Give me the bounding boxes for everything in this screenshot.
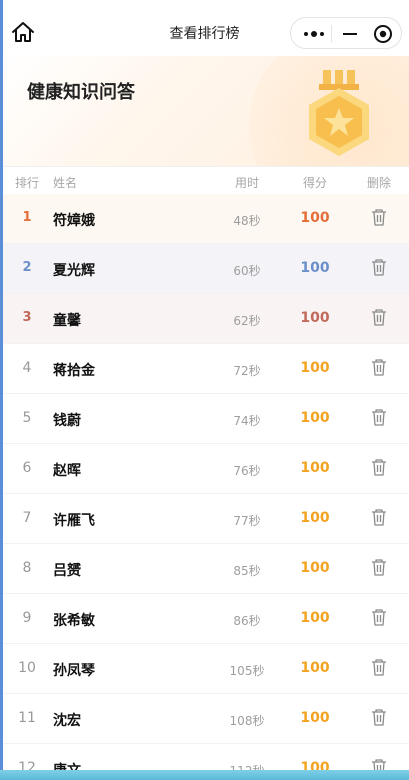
medal-icon: [309, 70, 369, 156]
row-time: 48秒: [233, 214, 261, 228]
table-row: 3 童馨 62秒 100: [3, 294, 409, 344]
table-row: 7 许雁飞 77秒 100: [3, 494, 409, 544]
leaderboard-list: 1 符嫜娥 48秒 100 2 夏光辉 60秒 100 3 童馨 62秒 100…: [3, 194, 409, 780]
row-score: 100: [300, 560, 330, 576]
table-row: 8 吕赟 85秒 100: [3, 544, 409, 594]
row-score: 100: [300, 710, 330, 726]
header-delete: 删除: [367, 176, 392, 190]
row-name: 童馨: [53, 313, 81, 329]
trash-icon[interactable]: [371, 358, 387, 376]
row-rank: 11: [18, 710, 36, 726]
trash-icon[interactable]: [371, 258, 387, 276]
row-rank: 5: [22, 410, 32, 426]
row-score: 100: [300, 610, 330, 626]
row-score: 100: [300, 410, 330, 426]
row-rank: 1: [22, 210, 32, 225]
window-left-edge: [0, 0, 3, 780]
trash-icon[interactable]: [371, 558, 387, 576]
table-row: 1 符嫜娥 48秒 100: [3, 194, 409, 244]
row-rank: 6: [22, 460, 32, 476]
quiz-banner: 健康知识问答: [3, 56, 409, 166]
row-name: 吕赟: [53, 563, 81, 579]
row-score: 100: [300, 510, 330, 526]
row-rank: 9: [22, 610, 32, 626]
row-rank: 8: [22, 560, 32, 576]
row-rank: 3: [22, 310, 32, 325]
trash-icon[interactable]: [371, 608, 387, 626]
window-bottom-edge: [0, 770, 409, 780]
trash-icon[interactable]: [371, 308, 387, 326]
header-time: 用时: [235, 176, 260, 190]
row-score: 100: [300, 210, 330, 226]
row-score: 100: [300, 310, 330, 326]
row-name: 孙凤琴: [53, 663, 95, 679]
more-dots-icon[interactable]: [303, 28, 325, 40]
row-time: 74秒: [233, 414, 261, 428]
row-time: 85秒: [233, 564, 261, 578]
row-score: 100: [300, 260, 330, 276]
row-rank: 4: [22, 360, 32, 376]
header-rank: 排行: [15, 176, 40, 190]
row-time: 72秒: [233, 364, 261, 378]
row-name: 蒋拾金: [53, 363, 95, 379]
trash-icon[interactable]: [371, 208, 387, 226]
table-row: 5 钱蔚 74秒 100: [3, 394, 409, 444]
capsule-menu: [290, 17, 402, 49]
row-rank: 10: [18, 660, 36, 676]
row-name: 夏光辉: [53, 263, 95, 279]
row-score: 100: [300, 660, 330, 676]
trash-icon[interactable]: [371, 508, 387, 526]
row-score: 100: [300, 460, 330, 476]
table-row: 6 赵晖 76秒 100: [3, 444, 409, 494]
table-row: 4 蒋拾金 72秒 100: [3, 344, 409, 394]
row-time: 105秒: [229, 664, 265, 678]
nav-bar: 查看排行榜: [0, 0, 409, 56]
row-name: 许雁飞: [53, 513, 95, 529]
trash-icon[interactable]: [371, 708, 387, 726]
row-time: 86秒: [233, 614, 261, 628]
row-name: 赵晖: [53, 463, 81, 479]
row-rank: 7: [22, 510, 32, 526]
table-row: 9 张希敏 86秒 100: [3, 594, 409, 644]
header-name: 姓名: [53, 176, 78, 190]
row-rank: 2: [22, 260, 32, 275]
row-time: 62秒: [233, 314, 261, 328]
row-score: 100: [300, 360, 330, 376]
target-icon[interactable]: [373, 24, 393, 44]
row-time: 77秒: [233, 514, 261, 528]
minus-icon[interactable]: [343, 33, 357, 35]
row-name: 张希敏: [53, 613, 95, 629]
trash-icon[interactable]: [371, 408, 387, 426]
row-time: 76秒: [233, 464, 261, 478]
table-row: 2 夏光辉 60秒 100: [3, 244, 409, 294]
header-score: 得分: [303, 176, 328, 190]
table-header: 排行 姓名 用时 得分 删除: [3, 166, 409, 194]
capsule-divider: [331, 25, 332, 42]
row-name: 符嫜娥: [53, 213, 95, 229]
quiz-title: 健康知识问答: [27, 82, 135, 103]
table-row: 11 沈宏 108秒 100: [3, 694, 409, 744]
row-time: 60秒: [233, 264, 261, 278]
row-name: 沈宏: [53, 713, 81, 729]
row-name: 钱蔚: [53, 413, 81, 429]
trash-icon[interactable]: [371, 458, 387, 476]
trash-icon[interactable]: [371, 658, 387, 676]
table-row: 10 孙凤琴 105秒 100: [3, 644, 409, 694]
row-time: 108秒: [229, 714, 265, 728]
